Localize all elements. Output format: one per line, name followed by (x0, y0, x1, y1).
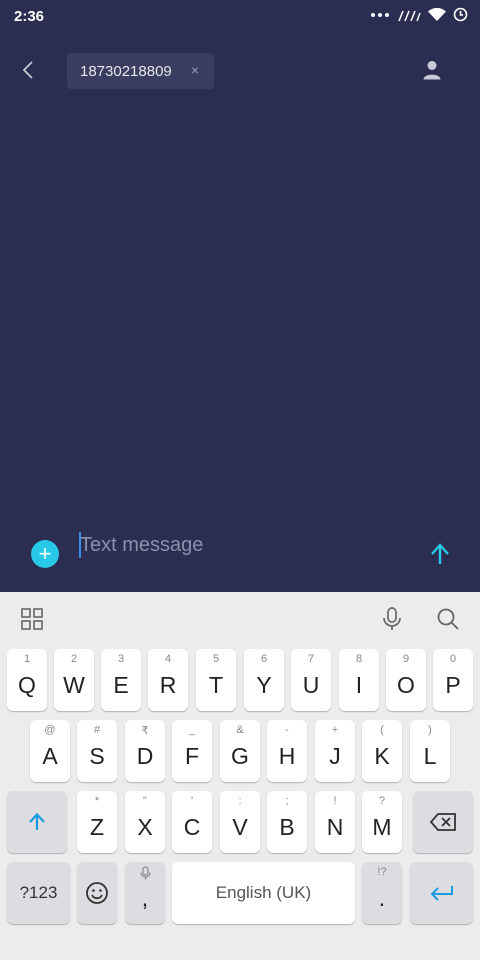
status-bar: 2:36 (0, 0, 480, 34)
key-q[interactable]: 1Q (7, 649, 47, 711)
symbols-key[interactable]: ?123 (7, 862, 70, 924)
status-icons (371, 7, 468, 22)
emoji-key[interactable] (77, 862, 117, 924)
send-button[interactable] (426, 540, 454, 568)
send-arrow-icon (431, 543, 449, 564)
shift-key[interactable] (7, 791, 67, 853)
enter-key[interactable] (410, 862, 473, 924)
data-saver-icon (453, 7, 468, 22)
key-h[interactable]: -H (267, 720, 307, 782)
key-l[interactable]: ) L (410, 720, 450, 782)
wifi-icon (428, 7, 446, 21)
search-icon (437, 608, 459, 630)
keyboard-toolbar (0, 592, 480, 646)
compose-header: 18730218809 × (0, 34, 480, 108)
backspace-icon (429, 813, 456, 831)
key-i[interactable]: 8I (339, 649, 379, 711)
key-p[interactable]: 0P (433, 649, 473, 711)
key-c[interactable]: ' C (172, 791, 212, 853)
key-s[interactable]: # S (77, 720, 117, 782)
period-key[interactable]: !?. (362, 862, 402, 924)
key-o[interactable]: 9O (386, 649, 426, 711)
signal-icon (398, 10, 421, 21)
attach-button[interactable]: + (31, 540, 59, 568)
back-button[interactable] (14, 56, 42, 84)
comma-key[interactable]: , (125, 862, 165, 924)
key-z[interactable]: * Z (77, 791, 117, 853)
key-v[interactable]: :V (220, 791, 260, 853)
key-j[interactable]: + J (315, 720, 355, 782)
recipient-number: 18730218809 (80, 62, 172, 80)
key-b[interactable]: ; B (267, 791, 307, 853)
grid-icon (21, 608, 43, 630)
more-notifications-icon (371, 12, 389, 17)
keyboard-search-button[interactable] (435, 606, 461, 632)
backspace-key[interactable] (413, 791, 473, 853)
key-x[interactable]: " X (125, 791, 165, 853)
key-u[interactable]: 7U (291, 649, 331, 711)
key-t[interactable]: 5T (196, 649, 236, 711)
keyboard-menu-button[interactable] (19, 606, 45, 632)
key-m[interactable]: ? M (362, 791, 402, 853)
add-contact-button[interactable] (418, 56, 446, 84)
key-e[interactable]: 3E (101, 649, 141, 711)
back-arrow-icon (22, 61, 33, 79)
remove-recipient-button[interactable]: × (186, 61, 204, 79)
key-k[interactable]: (K (362, 720, 402, 782)
space-key[interactable]: English (UK) (172, 862, 355, 924)
shift-arrow-icon (29, 812, 45, 830)
status-time: 2:36 (14, 8, 45, 25)
microphone-hint-icon (139, 866, 151, 880)
person-icon (423, 61, 441, 80)
recipient-chip[interactable]: 18730218809 × (67, 53, 214, 89)
voice-input-button[interactable] (379, 606, 405, 632)
key-f[interactable]: _ F (172, 720, 212, 782)
key-w[interactable]: 2W (54, 649, 94, 711)
microphone-icon (383, 607, 401, 630)
key-y[interactable]: 6Y (244, 649, 284, 711)
key-a[interactable]: @ A (30, 720, 70, 782)
message-input[interactable] (80, 530, 400, 560)
key-g[interactable]: & G (220, 720, 260, 782)
emoji-icon (86, 882, 108, 904)
enter-arrow-icon (430, 886, 453, 901)
key-d[interactable]: ₹ D (125, 720, 165, 782)
keyboard: 1Q 2W 3E 4R 5T 6Y 7U 8I 9O 0P @ A # S ₹ D _… (0, 592, 480, 960)
key-n[interactable]: ! N (315, 791, 355, 853)
compose-bar: + (0, 520, 480, 592)
key-r[interactable]: 4R (148, 649, 188, 711)
